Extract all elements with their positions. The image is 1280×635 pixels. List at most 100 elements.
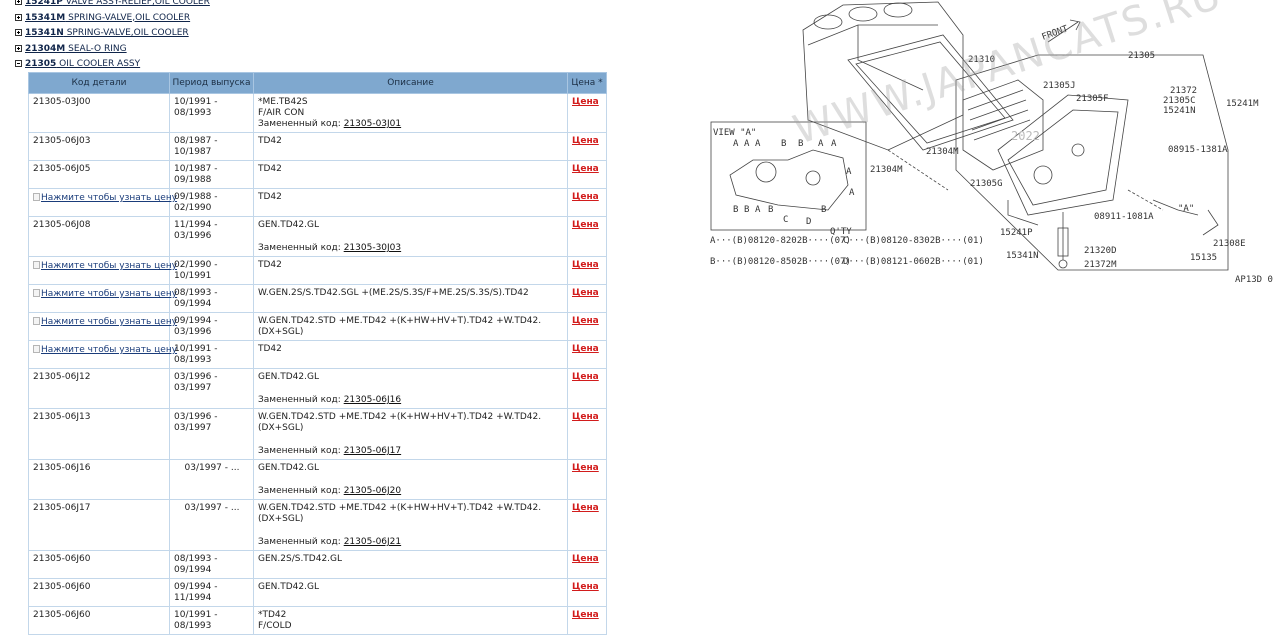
cell-price: Цена [567, 340, 607, 369]
cell-description: W.GEN.TD42.STD +ME.TD42 +(K+HW+HV+T).TD4… [253, 408, 568, 460]
replaced-code-link[interactable]: 21305-06J16 [344, 395, 401, 405]
view-a-letter[interactable]: A [744, 139, 750, 149]
view-a-letter[interactable]: B [744, 205, 749, 215]
year-mark[interactable]: 2022 [1011, 129, 1040, 143]
tree-item-code-link[interactable]: 21305 [25, 59, 56, 69]
view-a-label[interactable]: VIEW "A" [713, 128, 756, 138]
price-link[interactable]: Цена [572, 503, 599, 513]
diagram-part-label[interactable]: 21305C [1163, 96, 1196, 106]
expand-icon[interactable] [15, 44, 22, 52]
price-link[interactable]: Цена [572, 288, 599, 298]
price-image-link[interactable]: Нажмите чтобы узнать цену [33, 345, 177, 355]
tree-item[interactable]: 15341M SPRING-VALVE,OIL COOLER [15, 11, 615, 27]
diagram-part-label[interactable]: 15341N [1006, 251, 1039, 261]
diagram-part-label[interactable]: 08915-1381A [1168, 145, 1228, 155]
diagram-part-label[interactable]: 21305J [1043, 81, 1076, 91]
diagram-part-label[interactable]: 21304M [870, 165, 903, 175]
diagram-part-label[interactable]: "A" [1178, 204, 1194, 214]
expand-icon[interactable] [15, 0, 22, 5]
price-image-link[interactable]: Нажмите чтобы узнать цену [33, 261, 177, 271]
tree-item[interactable]: 15241P VALVE ASSY-RELIEF,OIL COOLER [15, 0, 615, 11]
view-a-letter[interactable]: B [768, 205, 773, 215]
view-a-letter[interactable]: A [849, 188, 855, 198]
expand-icon[interactable] [15, 13, 22, 21]
column-header-description[interactable]: Описание [253, 72, 568, 94]
price-link[interactable]: Цена [572, 463, 599, 473]
bolt-legend-entry[interactable]: A···(B)08120-8202B····(07) [710, 236, 851, 246]
diagram-part-label[interactable]: 15241P [1000, 228, 1033, 238]
tree-item[interactable]: 21305 OIL COOLER ASSY [15, 57, 615, 73]
replaced-code-link[interactable]: 21305-06J20 [344, 486, 401, 496]
price-link[interactable]: Цена [572, 372, 599, 382]
bolt-legend-entry[interactable]: D···(B)08121-0602B····(01) [843, 257, 984, 267]
diagram-part-label[interactable]: 21304M [926, 147, 959, 157]
price-link[interactable]: Цена [572, 344, 599, 354]
view-a-letter[interactable]: B [781, 139, 786, 149]
diagram-part-label[interactable]: 21320D [1084, 246, 1117, 256]
bolt-legend-entry[interactable]: B···(B)08120-8502B····(07) [710, 257, 851, 267]
collapse-icon[interactable] [15, 60, 22, 67]
tree-item-code-link[interactable]: 15241P [25, 0, 63, 7]
diagram-part-label[interactable]: 15241N [1163, 106, 1196, 116]
tree-item-code-link[interactable]: 15341N [25, 28, 64, 38]
tree-item-name-link[interactable]: SPRING-VALVE,OIL COOLER [64, 28, 189, 38]
diagram-part-label[interactable]: 21372 [1170, 86, 1197, 96]
column-header-price[interactable]: Цена * [567, 72, 607, 94]
diagram-part-label[interactable]: 21305F [1076, 94, 1109, 104]
replaced-code-link[interactable]: 21305-30J03 [344, 243, 401, 253]
view-a-letter[interactable]: B [733, 205, 738, 215]
diagram-part-label[interactable]: 21372M [1084, 260, 1117, 270]
price-image-link[interactable]: Нажмите чтобы узнать цену [33, 317, 177, 327]
price-link[interactable]: Цена [572, 260, 599, 270]
diagram-ref-code[interactable]: AP13D 0 [1235, 275, 1273, 285]
price-link[interactable]: Цена [572, 97, 599, 107]
view-a-letter[interactable]: A [755, 205, 761, 215]
price-link[interactable]: Цена [572, 610, 599, 620]
replaced-code-link[interactable]: 21305-03J01 [344, 119, 401, 129]
view-a-letter[interactable]: A [733, 139, 739, 149]
tree-item-code-link[interactable]: 21304M [25, 44, 65, 54]
price-link[interactable]: Цена [572, 220, 599, 230]
diagram-part-label[interactable]: 15241M [1226, 99, 1259, 109]
price-image-link[interactable]: Нажмите чтобы узнать цену [33, 289, 177, 299]
tree-item-name-link[interactable]: SPRING-VALVE,OIL COOLER [65, 13, 190, 23]
expand-icon[interactable] [15, 29, 22, 36]
price-link[interactable]: Цена [572, 136, 599, 146]
diagram-part-label[interactable]: 21308E [1213, 239, 1246, 249]
parts-diagram[interactable]: 21305 21310 21305J 21305F 21372 21305C 15241M 1… [708, 0, 1280, 285]
tree-item-name-link[interactable]: OIL COOLER ASSY [56, 59, 140, 69]
tree-item-name-link[interactable]: VALVE ASSY-RELIEF,OIL COOLER [63, 0, 210, 7]
price-link[interactable]: Цена [572, 316, 599, 326]
tree-item-code-link[interactable]: 15341M [25, 13, 65, 23]
view-a-letter[interactable]: D [806, 217, 811, 227]
cell-part-code: 21305-06J08 [28, 216, 170, 257]
diagram-part-label[interactable]: 08911-1081A [1094, 212, 1154, 222]
price-link[interactable]: Цена [572, 554, 599, 564]
bolt-legend-entry[interactable]: C···(B)08120-8302B····(01) [843, 236, 984, 246]
price-link[interactable]: Цена [572, 582, 599, 592]
cell-description: GEN.TD42.GL Замененный код: 21305-30J03 [253, 216, 568, 257]
cell-part-code: 21305-06J05 [28, 160, 170, 189]
price-link[interactable]: Цена [572, 192, 599, 202]
column-header-period[interactable]: Период выпуска [169, 72, 254, 94]
diagram-part-label[interactable]: 21305 [1128, 51, 1155, 61]
view-a-letter[interactable]: A [846, 167, 852, 177]
tree-item[interactable]: 21304M SEAL-O RING [15, 42, 615, 58]
view-a-letter[interactable]: C [783, 215, 788, 225]
price-image-link[interactable]: Нажмите чтобы узнать цену [33, 193, 177, 203]
cell-description: GEN.TD42.GL [253, 578, 568, 607]
replaced-code-link[interactable]: 21305-06J21 [344, 537, 401, 547]
column-header-code[interactable]: Код детали [28, 72, 170, 94]
view-a-letter[interactable]: A [755, 139, 761, 149]
table-row: Нажмите чтобы узнать цену 10/1991 - 08/19… [28, 340, 607, 369]
replaced-code-link[interactable]: 21305-06J17 [344, 446, 401, 456]
cell-part-code: Нажмите чтобы узнать цену [28, 284, 177, 313]
tree-item-name-link[interactable]: SEAL-O RING [65, 44, 126, 54]
cell-description: GEN.2S/S.TD42.GL [253, 550, 568, 579]
price-link[interactable]: Цена [572, 164, 599, 174]
tree-item[interactable]: 15341N SPRING-VALVE,OIL COOLER [15, 26, 615, 42]
price-link[interactable]: Цена [572, 412, 599, 422]
diagram-part-label[interactable]: 21305G [970, 179, 1003, 189]
view-a-letter[interactable]: B [821, 205, 826, 215]
diagram-part-label[interactable]: 15135 [1190, 253, 1217, 263]
